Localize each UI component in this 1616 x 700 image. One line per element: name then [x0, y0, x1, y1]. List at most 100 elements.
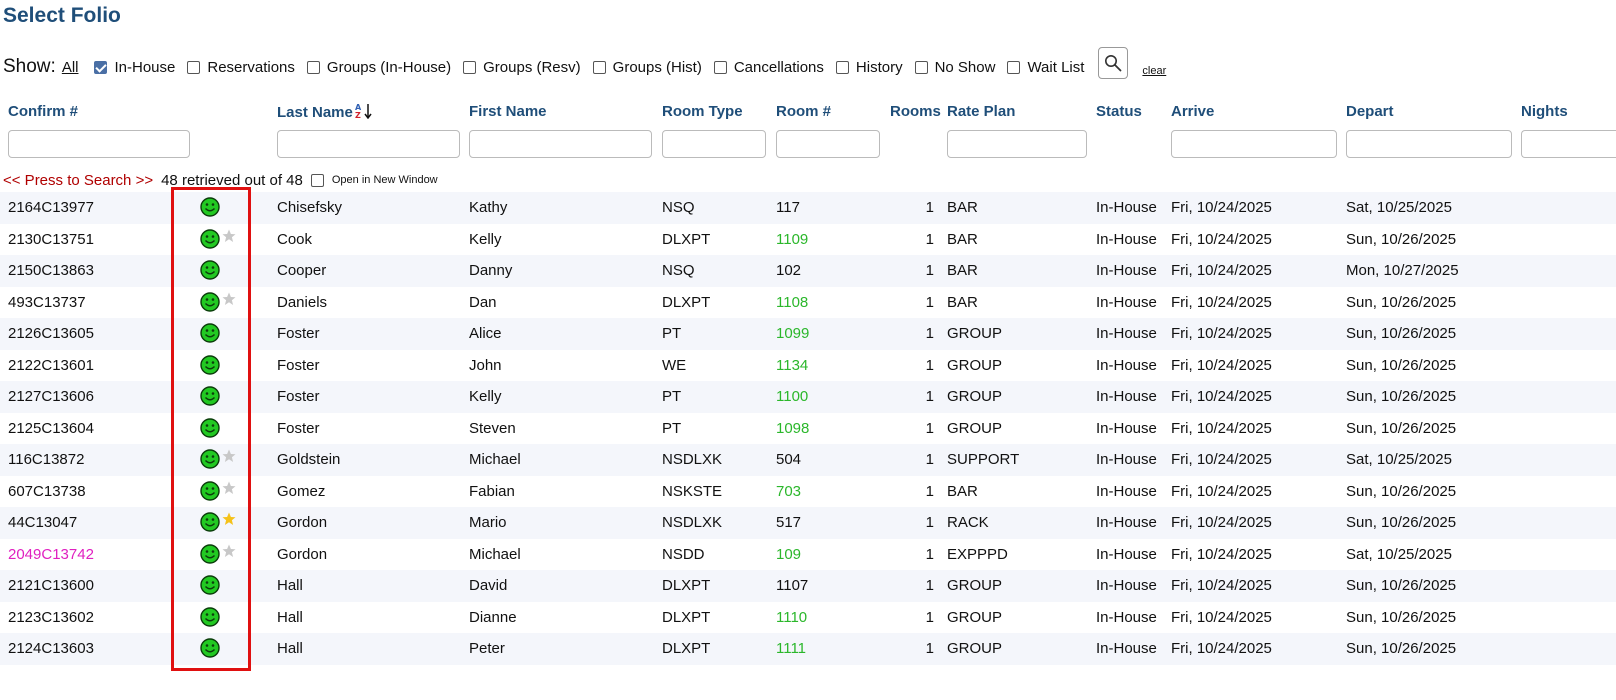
- filter-label[interactable]: Groups (Resv): [483, 59, 581, 76]
- filter-label[interactable]: In-House: [114, 59, 175, 76]
- room-number: 1110: [776, 608, 808, 626]
- table-row[interactable]: 2124C13603 Hall Peter DLXPT 1111 1 GROUP In-Hou…: [0, 633, 1616, 665]
- filter-checkbox[interactable]: [94, 60, 108, 74]
- confirm-number[interactable]: 2127C13606: [8, 388, 94, 405]
- rate-plan: EXPPPD: [947, 545, 1008, 563]
- depart-date: Sun, 10/26/2025: [1346, 325, 1457, 342]
- room-type: NSQ: [662, 199, 695, 216]
- confirm-number[interactable]: 2049C13742: [8, 546, 94, 563]
- confirm-number[interactable]: 493C13737: [8, 294, 86, 311]
- depart-date: Sat, 10/25/2025: [1346, 545, 1452, 563]
- column-header-depart[interactable]: Depart: [1346, 103, 1394, 120]
- column-header-nights[interactable]: Nights: [1521, 103, 1568, 120]
- table-row[interactable]: 2127C13606 Foster Kelly PT 1100 1 GROUP In-Hous…: [0, 381, 1616, 413]
- room-number-filter-input[interactable]: [776, 130, 880, 158]
- confirm-number[interactable]: 44C13047: [8, 514, 77, 531]
- table-row[interactable]: 2130C13751 Cook Kelly DLXPT 1109 1 BAR In-House…: [0, 224, 1616, 256]
- last-name: Gomez: [277, 482, 326, 500]
- filter-label[interactable]: Reservations: [207, 59, 295, 76]
- confirm-number[interactable]: 2126C13605: [8, 325, 94, 342]
- room-type: NSQ: [662, 262, 695, 279]
- first-name: Peter: [469, 640, 505, 657]
- rate-plan-filter-input[interactable]: [947, 130, 1087, 158]
- guest-indicators: [200, 543, 236, 565]
- filter-label[interactable]: Groups (Hist): [613, 59, 702, 76]
- column-header-first-name[interactable]: First Name: [469, 103, 547, 120]
- column-header-last-name-label: Last Name: [277, 104, 353, 121]
- show-all-link[interactable]: All: [62, 59, 79, 76]
- room-type: DLXPT: [662, 293, 711, 311]
- room-number: 1107: [776, 577, 809, 594]
- table-row[interactable]: 116C13872 Goldstein Michael NSDLXK 504 1 SUPPO…: [0, 444, 1616, 476]
- filter-checkbox[interactable]: [835, 60, 849, 74]
- sort-az-icon[interactable]: A Z: [355, 103, 373, 119]
- table-row[interactable]: 607C13738 Gomez Fabian NSKSTE 703 1 BAR In-Hous…: [0, 476, 1616, 508]
- depart-date: Sat, 10/25/2025: [1346, 199, 1452, 216]
- depart-date: Sun, 10/26/2025: [1346, 640, 1457, 657]
- column-header-status[interactable]: Status: [1096, 103, 1142, 120]
- filter-checkbox[interactable]: [306, 60, 320, 74]
- table-row[interactable]: 2164C13977 Chisefsky Kathy NSQ 117 1 BAR In-Hou…: [0, 192, 1616, 224]
- room-type: WE: [662, 356, 687, 374]
- arrive-filter-input[interactable]: [1171, 130, 1337, 158]
- confirm-number[interactable]: 2130C13751: [8, 231, 94, 248]
- rate-plan: GROUP: [947, 325, 1003, 342]
- confirm-number[interactable]: 2125C13604: [8, 420, 94, 437]
- nights-filter-input[interactable]: [1521, 130, 1616, 158]
- column-header-arrive[interactable]: Arrive: [1171, 103, 1214, 120]
- table-row[interactable]: 2126C13605 Foster Alice PT 1099 1 GROUP In-Hous…: [0, 318, 1616, 350]
- filter-checkbox[interactable]: [914, 60, 928, 74]
- open-new-window-option[interactable]: Open in New Window: [309, 173, 438, 187]
- confirm-number[interactable]: 2164C13977: [8, 199, 94, 216]
- table-row[interactable]: 2125C13604 Foster Steven PT 1098 1 GROUP In-Hou…: [0, 413, 1616, 445]
- column-header-room-type[interactable]: Room Type: [662, 103, 743, 120]
- filter-checkbox[interactable]: [187, 60, 201, 74]
- filter-checkbox[interactable]: [713, 60, 727, 74]
- filter-label[interactable]: Groups (In-House): [327, 59, 451, 76]
- rooms-count: 1: [925, 545, 934, 563]
- depart-filter-input[interactable]: [1346, 130, 1512, 158]
- table-row[interactable]: 493C13737 Daniels Dan DLXPT 1108 1 BAR In-House…: [0, 287, 1616, 319]
- table-row[interactable]: 2150C13863 Cooper Danny NSQ 102 1 BAR In-House F…: [0, 255, 1616, 287]
- filter-label[interactable]: No Show: [935, 59, 996, 76]
- smiley-icon: [200, 480, 220, 501]
- table-row[interactable]: 2049C13742 Gordon Michael NSDD 109 1 EXPPPD In-…: [0, 539, 1616, 571]
- last-name: Cook: [277, 230, 313, 248]
- filter-label[interactable]: Cancellations: [734, 59, 824, 76]
- room-type-filter-input[interactable]: [662, 130, 766, 158]
- confirm-number[interactable]: 2122C13601: [8, 357, 94, 374]
- column-header-room-number[interactable]: Room #: [776, 103, 831, 120]
- table-row[interactable]: 44C13047 Gordon Mario NSDLXK 517 1 RACK In-Hous…: [0, 507, 1616, 539]
- table-row[interactable]: 2121C13600 Hall David DLXPT 1107 1 GROUP In-Hou…: [0, 570, 1616, 602]
- confirm-number[interactable]: 2123C13602: [8, 609, 94, 626]
- confirm-number[interactable]: 2124C13603: [8, 640, 94, 657]
- status: In-House: [1096, 545, 1157, 563]
- filter-label[interactable]: Wait List: [1027, 59, 1084, 76]
- confirm-number[interactable]: 116C13872: [8, 451, 84, 468]
- column-header-last-name[interactable]: Last Name A Z: [277, 103, 373, 121]
- status: In-House: [1096, 356, 1157, 374]
- first-name: David: [469, 577, 508, 594]
- filter-label[interactable]: History: [856, 59, 903, 76]
- confirm-number[interactable]: 2121C13600: [8, 577, 94, 594]
- column-header-confirm[interactable]: Confirm #: [8, 103, 78, 120]
- last-name-filter-input[interactable]: [277, 130, 460, 158]
- filter-checkbox[interactable]: [592, 60, 606, 74]
- search-button[interactable]: [1098, 47, 1129, 79]
- confirm-number[interactable]: 607C13738: [8, 483, 86, 500]
- column-header-rate-plan[interactable]: Rate Plan: [947, 103, 1015, 120]
- clear-link[interactable]: clear: [1142, 65, 1166, 77]
- confirm-filter-input[interactable]: [8, 130, 190, 158]
- confirm-number[interactable]: 2150C13863: [8, 262, 94, 279]
- rooms-count: 1: [925, 419, 934, 437]
- last-name: Foster: [277, 388, 320, 405]
- filter-checkbox[interactable]: [1007, 60, 1021, 74]
- press-to-search-link[interactable]: << Press to Search >>: [3, 172, 153, 189]
- table-row[interactable]: 2123C13602 Hall Dianne DLXPT 1110 1 GROUP In-Ho…: [0, 602, 1616, 634]
- first-name-filter-input[interactable]: [469, 130, 652, 158]
- table-row[interactable]: 2122C13601 Foster John WE 1134 1 GROUP In-House…: [0, 350, 1616, 382]
- depart-date: Sun, 10/26/2025: [1346, 388, 1457, 405]
- open-new-window-checkbox[interactable]: [310, 173, 324, 187]
- column-header-rooms[interactable]: Rooms: [890, 103, 941, 120]
- filter-checkbox[interactable]: [463, 60, 477, 74]
